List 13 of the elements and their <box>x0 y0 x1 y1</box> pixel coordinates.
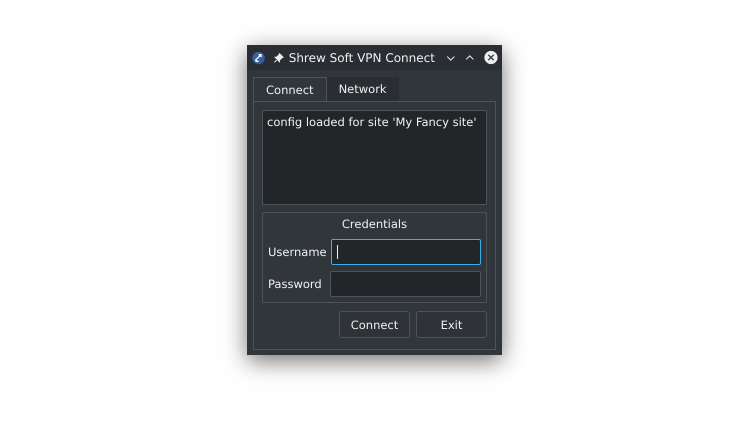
input-field[interactable] <box>330 271 481 297</box>
tab[interactable]: Connect <box>253 77 327 102</box>
field-label: Password <box>268 277 322 291</box>
group-title: Credentials <box>340 217 408 233</box>
dialog-button[interactable]: Exit <box>416 311 487 338</box>
log-text: config loaded for site 'My Fancy site' <box>267 115 477 129</box>
window-title: Shrew Soft VPN Connect <box>288 50 435 64</box>
close-icon[interactable] <box>484 49 498 66</box>
pin-icon[interactable] <box>273 50 285 64</box>
input-field[interactable] <box>330 239 481 265</box>
tab[interactable]: Network <box>326 77 399 102</box>
field-label: Username <box>268 245 327 259</box>
dialog-button[interactable]: Connect <box>339 311 410 338</box>
